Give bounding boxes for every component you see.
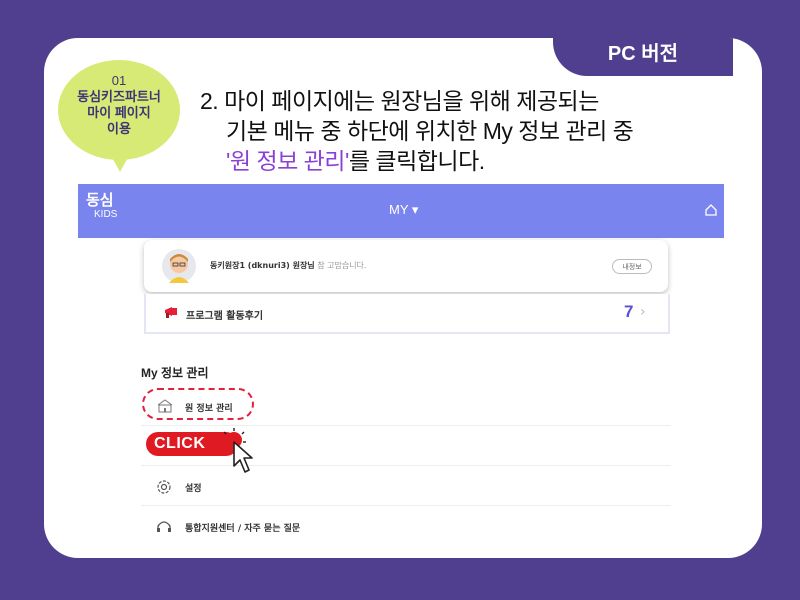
menu-item-settings[interactable]: 설정 — [141, 466, 671, 506]
my-menu-dropdown[interactable]: MY ▾ — [389, 202, 418, 218]
greeting-rest: 참 고맙습니다. — [314, 261, 367, 270]
instruction-line1: 2. 마이 페이지에는 원장님을 위해 제공되는 — [200, 88, 599, 114]
my-info-button[interactable]: 내정보 — [612, 259, 652, 274]
step-line1: 동심키즈파트너 — [77, 89, 161, 104]
app-logo[interactable]: 동심 KIDS — [86, 192, 118, 222]
instruction-line2: 기본 메뉴 중 하단에 위치한 My 정보 관리 중 — [226, 118, 634, 144]
step-line2: 마이 페이지 — [87, 105, 151, 120]
pc-version-label: PC 버전 — [607, 42, 679, 65]
avatar — [162, 249, 196, 287]
instruction-highlight: '원 정보 관리' — [226, 148, 349, 174]
gear-icon — [155, 478, 173, 500]
home-icon[interactable] — [704, 202, 718, 221]
logo-sub: KIDS — [94, 209, 118, 220]
menu-label-support: 통합지원센터 / 자주 묻는 질문 — [185, 524, 301, 534]
instruction-text: 2. 마이 페이지에는 원장님을 위해 제공되는 기본 메뉴 중 하단에 위치한… — [200, 86, 720, 176]
instruction-line3: '원 정보 관리'를 클릭합니다. — [200, 146, 720, 176]
headset-icon — [155, 518, 173, 540]
greeting-name: 동키원장1 (dknuri3) 원장님 — [210, 261, 315, 270]
menu-item-support[interactable]: 통합지원센터 / 자주 묻는 질문 — [141, 506, 671, 540]
instruction-line3-rest: 를 클릭합니다. — [348, 148, 485, 174]
pc-version-tab: PC 버전 — [553, 38, 733, 76]
app-screenshot: 동심 KIDS MY ▾ 동키원장1 (dknuri3) 원장님 참 고맙습니다… — [78, 184, 724, 540]
logo-text: 동심 — [86, 192, 114, 209]
highlight-dashed-outline — [142, 388, 254, 420]
step-line3: 이용 — [107, 121, 131, 136]
app-topbar: 동심 KIDS MY ▾ — [78, 184, 724, 238]
megaphone-icon — [163, 304, 181, 324]
step-bubble: 01 동심키즈파트너 마이 페이지 이용 — [58, 60, 180, 160]
step-number: 01 — [111, 73, 127, 88]
click-label: CLICK — [154, 435, 206, 452]
section-title: My 정보 관리 — [141, 366, 209, 380]
menu-label-settings: 설정 — [185, 484, 202, 494]
profile-card: 동키원장1 (dknuri3) 원장님 참 고맙습니다. 내정보 — [144, 240, 668, 292]
program-review-row[interactable]: 프로그램 활동후기 7 › — [144, 294, 670, 334]
review-count: 7 — [624, 302, 634, 321]
bubble-tail — [108, 150, 132, 172]
greeting-text: 동키원장1 (dknuri3) 원장님 참 고맙습니다. — [210, 260, 366, 271]
review-label: 프로그램 활동후기 — [186, 311, 264, 322]
chevron-right-icon: › — [640, 304, 646, 320]
pointer-cursor-icon — [223, 428, 268, 480]
